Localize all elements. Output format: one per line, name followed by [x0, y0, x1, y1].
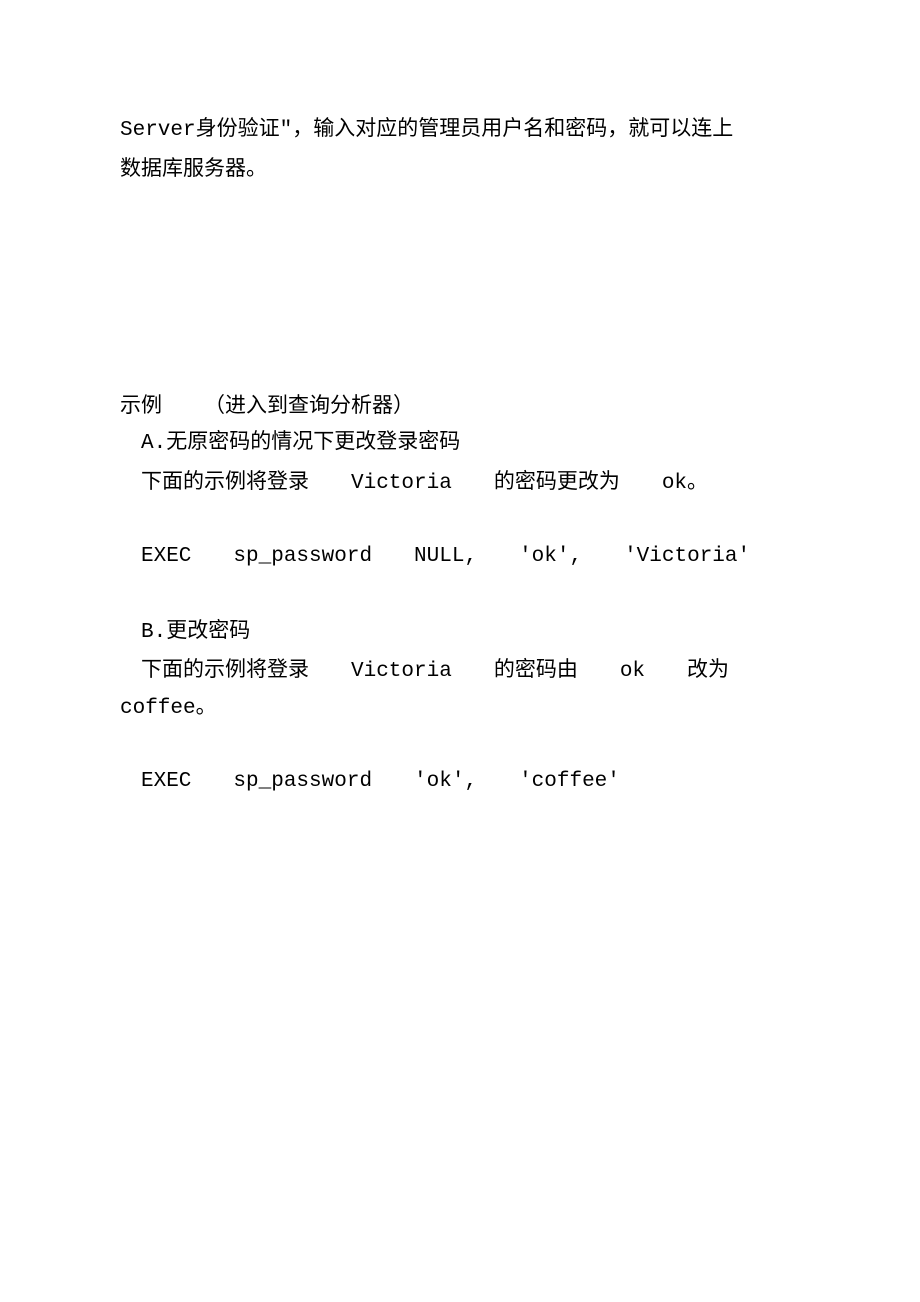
intro-text-2: 数据库服务器。: [120, 156, 267, 180]
b-code-sp: sp_password: [233, 770, 372, 793]
a-desc-4: ok。: [662, 472, 708, 495]
section-a-title: A.无原密码的情况下更改登录密码: [120, 423, 800, 463]
example-heading: 示例 （进入到查询分析器）: [120, 387, 800, 424]
section-b-desc-line1: 下面的示例将登录 Victoria 的密码由 ok 改为: [120, 651, 800, 691]
spacer: [120, 576, 800, 612]
b-desc-line2: coffee。: [120, 697, 217, 720]
b-desc-3: 的密码由: [494, 657, 578, 681]
b-desc-1: 下面的示例将登录: [141, 657, 309, 681]
a-desc-1: 下面的示例将登录: [141, 469, 309, 493]
heading-suffix: （进入到查询分析器）: [204, 393, 414, 417]
b-desc-4: ok: [620, 660, 645, 683]
section-b-title: B.更改密码: [120, 612, 800, 652]
a-desc-3: 的密码更改为: [494, 469, 620, 493]
b-desc-2: Victoria: [351, 660, 452, 683]
a-title-text: A.无原密码的情况下更改登录密码: [141, 432, 460, 455]
b-code-arg1: 'ok',: [414, 770, 477, 793]
a-code-arg2: 'ok',: [519, 545, 582, 568]
b-code-arg2: 'coffee': [519, 770, 620, 793]
section-a-code: EXEC sp_password NULL, 'ok', 'Victoria': [120, 539, 800, 576]
a-desc-2: Victoria: [351, 472, 452, 495]
b-desc-5: 改为: [687, 657, 729, 681]
intro-text-1: Server身份验证"，输入对应的管理员用户名和密码，就可以连上: [120, 119, 733, 142]
spacer: [120, 187, 800, 387]
section-a-desc: 下面的示例将登录 Victoria 的密码更改为 ok。: [120, 463, 800, 503]
spacer: [120, 503, 800, 539]
spacer: [120, 728, 800, 764]
b-title-text: B.更改密码: [141, 621, 250, 644]
b-code-exec: EXEC: [141, 770, 191, 793]
heading-prefix: 示例: [120, 393, 162, 417]
section-b-desc-line2: coffee。: [120, 691, 800, 728]
section-b-code: EXEC sp_password 'ok', 'coffee': [120, 764, 800, 801]
document-page: Server身份验证"，输入对应的管理员用户名和密码，就可以连上 数据库服务器。…: [0, 0, 920, 801]
intro-line-2: 数据库服务器。: [120, 150, 800, 187]
a-code-exec: EXEC: [141, 545, 191, 568]
intro-line-1: Server身份验证"，输入对应的管理员用户名和密码，就可以连上: [120, 110, 800, 150]
a-code-arg1: NULL,: [414, 545, 477, 568]
a-code-arg3: 'Victoria': [624, 545, 750, 568]
a-code-sp: sp_password: [233, 545, 372, 568]
